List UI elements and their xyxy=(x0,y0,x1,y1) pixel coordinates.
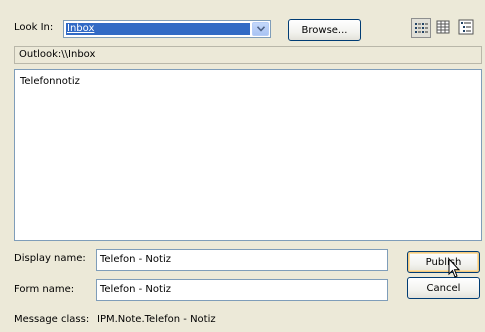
list-view-button[interactable] xyxy=(411,18,431,38)
publish-button[interactable]: Publish xyxy=(407,251,480,273)
message-class-label: Message class: xyxy=(14,314,90,325)
look-in-selected-value: Inbox xyxy=(66,23,250,35)
cancel-button[interactable]: Cancel xyxy=(407,277,480,299)
look-in-label: Look In: xyxy=(14,22,54,33)
message-class-value: IPM.Note.Telefon - Notiz xyxy=(97,314,216,325)
tree-view-icon xyxy=(458,19,474,35)
display-name-label: Display name: xyxy=(14,253,86,264)
folder-path: Outlook:\\Inbox xyxy=(14,46,482,64)
look-in-dropdown[interactable]: Inbox xyxy=(63,20,271,38)
display-name-field[interactable]: Telefon - Notiz xyxy=(96,249,388,271)
form-name-label: Form name: xyxy=(14,284,75,295)
browse-button[interactable]: Browse... xyxy=(288,19,361,41)
tree-view-button[interactable] xyxy=(457,18,477,38)
form-name-field[interactable]: Telefon - Notiz xyxy=(96,279,388,301)
forms-list[interactable]: Telefonnotiz xyxy=(14,69,482,241)
list-item[interactable]: Telefonnotiz xyxy=(20,76,80,87)
list-view-icon xyxy=(415,23,428,33)
cursor-icon xyxy=(448,258,461,278)
chevron-down-icon[interactable] xyxy=(252,22,269,36)
details-view-button[interactable] xyxy=(434,18,454,38)
details-view-icon xyxy=(436,20,450,34)
